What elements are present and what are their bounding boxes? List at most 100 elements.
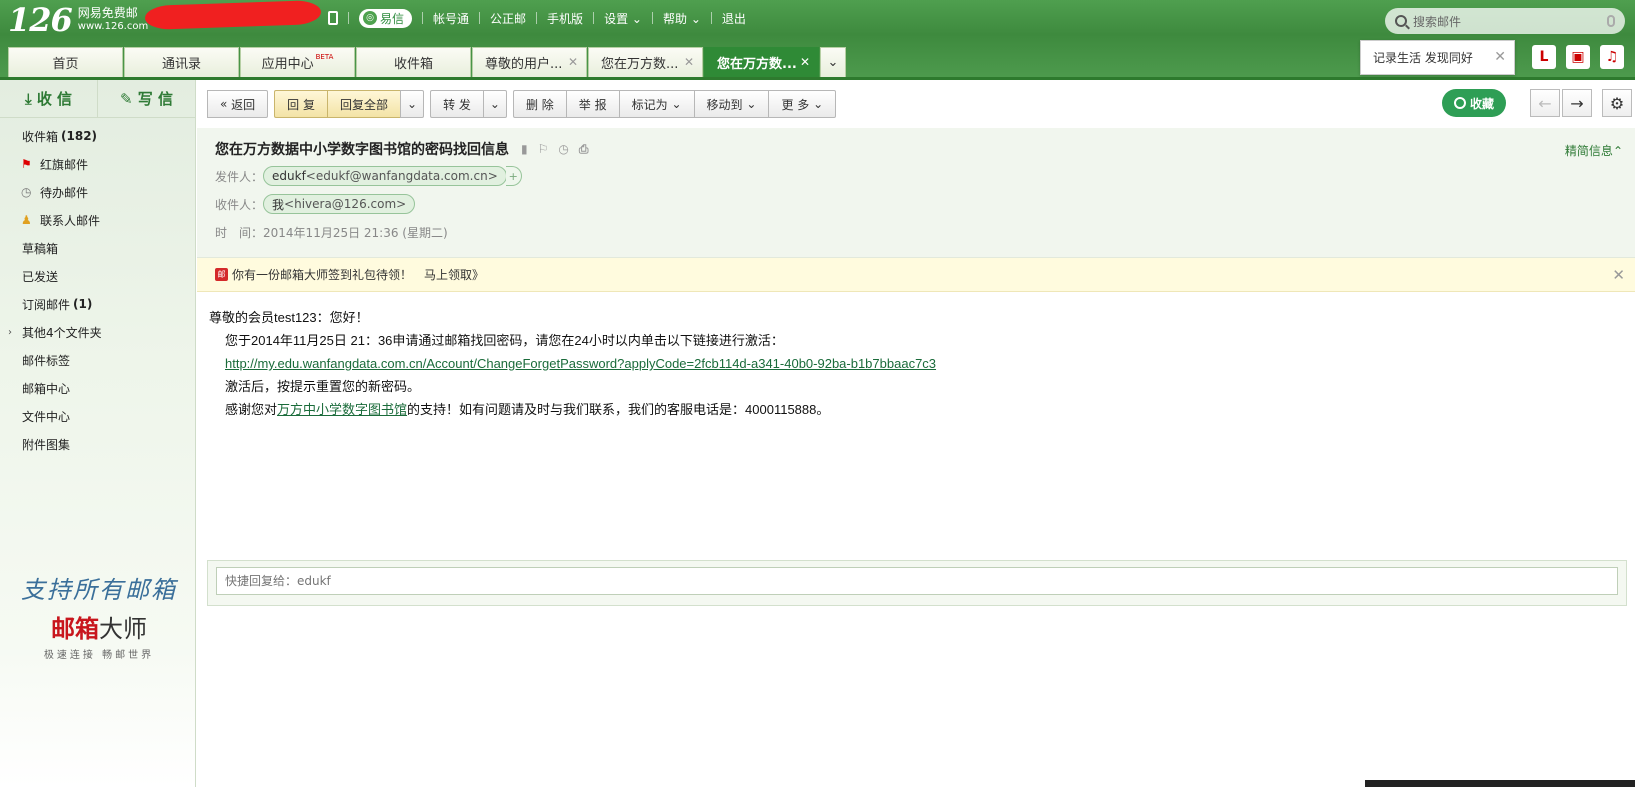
mail-subject: 您在万方数据中小学数字图书馆的密码找回信息 — [215, 142, 509, 158]
phone-icon[interactable] — [328, 11, 338, 25]
edit-icon: ✎ — [119, 89, 138, 108]
ad-tagline: 极速连接 畅邮世界 — [43, 650, 155, 661]
nav-logout[interactable]: 退出 — [722, 10, 746, 27]
time-label: 时 间： — [215, 225, 264, 240]
body-line: 您于2014年11月25日 21：36申请通过邮箱找回密码，请您在24小时以内单… — [225, 333, 784, 348]
close-icon[interactable]: ✕ — [568, 55, 578, 69]
person-icon: ♟ — [21, 213, 32, 227]
folder-inbox[interactable]: 收件箱 (182) — [0, 122, 195, 150]
back-button[interactable]: « 返回 — [207, 90, 269, 118]
mail-header: 您在万方数据中小学数字图书馆的密码找回信息 ▮ ⚐ ◷ ⎙ 精简信息⌃ 发件人：… — [197, 128, 1635, 258]
delete-button[interactable]: 删 除 — [512, 90, 566, 118]
add-contact-icon[interactable]: + — [505, 166, 522, 186]
tab-contacts[interactable]: 通讯录 — [124, 47, 239, 77]
promo-tooltip: 记录生活 发现同好 ✕ — [1360, 40, 1515, 75]
recipient-chip[interactable]: 我 <hivera@126.com> — [263, 194, 416, 214]
tab-app-center[interactable]: 应用中心 BETA — [240, 47, 355, 77]
folder-todo[interactable]: ◷ 待办邮件 — [0, 178, 195, 206]
brief-info-toggle[interactable]: 精简信息⌃ — [1565, 142, 1623, 159]
folder-flagged[interactable]: ⚑ 红旗邮件 — [0, 150, 195, 178]
next-mail-button[interactable]: → — [1562, 89, 1592, 117]
settings-button[interactable]: ⚙ — [1602, 89, 1632, 117]
folder-attachments[interactable]: 附件图集 — [0, 430, 195, 458]
folder-file-center[interactable]: 文件中心 — [0, 402, 195, 430]
folder-drafts[interactable]: 草稿箱 — [0, 234, 195, 262]
yixin-icon: ◎ — [363, 11, 377, 25]
folder-subscriptions[interactable]: 订阅邮件 (1) — [0, 290, 195, 318]
more-button[interactable]: 更 多 ⌄ — [768, 90, 837, 118]
close-icon[interactable]: ✕ — [800, 55, 810, 69]
nav-settings[interactable]: 设置 ⌄ — [604, 10, 642, 27]
close-icon[interactable]: ✕ — [1612, 266, 1625, 284]
forward-button[interactable]: 转 发 — [430, 90, 483, 118]
clock-icon[interactable]: ◷ — [558, 142, 568, 157]
activation-link[interactable]: http://my.edu.wanfangdata.com.cn/Account… — [225, 356, 936, 371]
mail-body: 尊敬的会员test123：您好！ 您于2014年11月25日 21：36申请通过… — [197, 292, 1635, 552]
forward-dropdown[interactable]: ⌄ — [482, 90, 507, 118]
notice-text: 你有一份邮箱大师签到礼包待领！ — [232, 268, 413, 282]
lofter-icon[interactable]: L — [1532, 45, 1556, 69]
library-link[interactable]: 万方中小学数字图书馆 — [277, 402, 407, 417]
reply-all-button[interactable]: 回复全部 — [327, 90, 401, 118]
nav-mobile[interactable]: 手机版 — [547, 10, 583, 27]
music-icon[interactable]: ♫ — [1600, 45, 1624, 69]
tab-mail-2[interactable]: 您在万方数... ✕ — [588, 47, 703, 77]
folder-sent[interactable]: 已发送 — [0, 262, 195, 290]
tab-inbox[interactable]: 收件箱 — [356, 47, 471, 77]
unread-count: (182) — [61, 129, 98, 143]
download-icon: ⤓ — [24, 89, 37, 108]
tooltip-text: 记录生活 发现同好 — [1373, 51, 1473, 65]
tab-mail-1[interactable]: 尊敬的用户... ✕ — [472, 47, 587, 77]
tab-mail-active[interactable]: 您在万方数... ✕ — [704, 47, 819, 77]
book-icon[interactable]: ▣ — [1566, 45, 1590, 69]
quick-reply-input[interactable] — [216, 567, 1618, 595]
to-label: 收件人： — [215, 197, 264, 212]
reply-dropdown[interactable]: ⌄ — [400, 90, 425, 118]
mark-as-button[interactable]: 标记为 ⌄ — [618, 90, 694, 118]
move-to-button[interactable]: 移动到 ⌄ — [693, 90, 769, 118]
thanks-line: 感谢您对万方中小学数字图书馆的支持！如有问题请及时与我们联系，我们的客服电话是：… — [225, 402, 830, 417]
search-icon[interactable] — [1395, 15, 1407, 27]
reply-button[interactable]: 回 复 — [274, 90, 327, 118]
tab-home[interactable]: 首页 — [8, 47, 123, 77]
report-button[interactable]: 举 报 — [565, 90, 619, 118]
logo-number: 126 — [8, 1, 73, 39]
mail-master-ad[interactable]: 支持所有邮箱 邮箱大师 极速连接 畅邮世界 — [14, 570, 184, 661]
folder-tags[interactable]: 邮件标签 — [0, 346, 195, 374]
from-label: 发件人： — [215, 169, 264, 184]
bookmark-icon[interactable]: ▮ — [521, 142, 528, 157]
ad-title: 邮箱大师 — [51, 615, 147, 643]
flag-icon[interactable]: ⚐ — [538, 142, 549, 157]
close-icon[interactable]: ✕ — [684, 55, 694, 69]
chevron-up-icon: ⌃ — [1612, 144, 1623, 158]
search-input[interactable]: 搜索邮件 — [1413, 13, 1461, 30]
tab-bar: 首页 通讯录 应用中心 BETA 收件箱 尊敬的用户... ✕ 您在万方数... ✕ … — [8, 47, 847, 77]
mail-master-icon: 邮 — [215, 268, 228, 281]
arrow-left-icon: ← — [1538, 93, 1552, 113]
nav-account[interactable]: 帐号通 — [433, 10, 469, 27]
notice-link[interactable]: 马上领取》 — [424, 266, 484, 283]
folder-mail-center[interactable]: 邮箱中心 — [0, 374, 195, 402]
compose-button[interactable]: ✎ 写 信 — [98, 80, 195, 117]
close-icon[interactable]: ✕ — [1494, 49, 1506, 65]
print-icon[interactable]: ⎙ — [579, 142, 589, 157]
search-box[interactable]: 搜索邮件 — [1385, 8, 1625, 34]
sender-chip[interactable]: edukf <edukf@wanfangdata.com.cn> — [263, 166, 507, 186]
receive-button[interactable]: ⤓ 收 信 — [0, 80, 98, 117]
tab-more-dropdown[interactable]: ⌄ — [820, 47, 846, 77]
yixin-button[interactable]: ◎ 易信 — [359, 8, 413, 28]
folder-others[interactable]: › 其他4个文件夹 — [0, 318, 195, 346]
prev-mail-button[interactable]: ← — [1530, 89, 1560, 117]
main-panel: « 返回 回 复 回复全部 ⌄ 转 发 ⌄ 删 除 举 报 标记为 ⌄ 移动到 … — [197, 80, 1635, 787]
chevron-down-icon: ⌄ — [489, 97, 500, 111]
logo-title: 网易免费邮 — [77, 6, 138, 20]
chevron-down-icon: ⌄ — [746, 97, 757, 111]
nav-notary-mail[interactable]: 公正邮 — [490, 10, 526, 27]
folder-contacts-mail[interactable]: ♟ 联系人邮件 — [0, 206, 195, 234]
logo[interactable]: 126 网易免费邮 www.126.com — [8, 1, 148, 39]
collect-button[interactable]: 收藏 — [1442, 89, 1507, 117]
chevron-right-icon[interactable]: › — [8, 327, 12, 338]
nav-help[interactable]: 帮助 ⌄ — [663, 10, 701, 27]
top-header: 126 网易免费邮 www.126.com ◎ 易信 帐号通 公正邮 手机版 设置… — [0, 0, 1635, 80]
microphone-icon[interactable] — [1607, 15, 1615, 27]
